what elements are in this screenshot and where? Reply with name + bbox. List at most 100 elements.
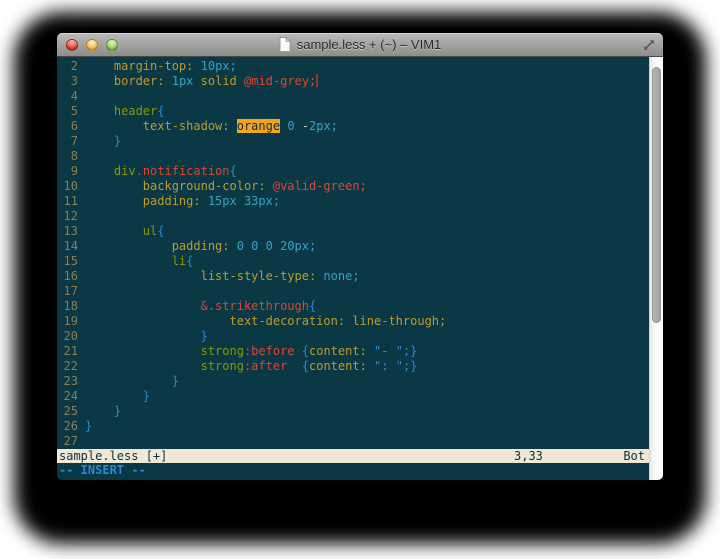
code-token: text-shadow: bbox=[143, 119, 230, 133]
code-text: div.notification{ bbox=[85, 164, 237, 179]
code-line[interactable]: 21 strong:before {content: "- ";} bbox=[57, 344, 649, 359]
code-line[interactable]: 2 margin-top: 10px; bbox=[57, 59, 649, 74]
code-line[interactable]: 9 div.notification{ bbox=[57, 164, 649, 179]
statusline-ruler: 3,33 bbox=[514, 449, 543, 463]
code-token bbox=[85, 104, 114, 118]
line-number: 20 bbox=[57, 329, 78, 344]
code-token bbox=[367, 359, 374, 373]
statusline-scroll-position: Bot bbox=[623, 449, 645, 463]
code-token: line-through; bbox=[352, 314, 446, 328]
code-line[interactable]: 12 bbox=[57, 209, 649, 224]
code-token: content: bbox=[309, 344, 367, 358]
code-text: strong:before {content: "- ";} bbox=[85, 344, 417, 359]
code-line[interactable]: 13 ul{ bbox=[57, 224, 649, 239]
line-number: 26 bbox=[57, 419, 78, 434]
code-token: - bbox=[302, 119, 309, 133]
line-number: 7 bbox=[57, 134, 78, 149]
code-token bbox=[85, 74, 114, 88]
line-number: 12 bbox=[57, 209, 78, 224]
code-line[interactable]: 5 header{ bbox=[57, 104, 649, 119]
code-line[interactable]: 16 list-style-type: none; bbox=[57, 269, 649, 284]
code-token: .notification bbox=[136, 164, 230, 178]
scrollbar-track[interactable] bbox=[649, 57, 663, 480]
code-token bbox=[287, 359, 301, 373]
code-token bbox=[230, 239, 237, 253]
code-text: header{ bbox=[85, 104, 165, 119]
code-token: margin-top: bbox=[114, 59, 193, 73]
code-text: } bbox=[85, 419, 92, 434]
code-line[interactable]: 27 bbox=[57, 434, 649, 449]
code-line[interactable]: 22 strong:after {content: ": ";} bbox=[57, 359, 649, 374]
code-line[interactable]: 14 padding: 0 0 0 20px; bbox=[57, 239, 649, 254]
window-title: sample.less + (~) – VIM1 bbox=[297, 37, 442, 52]
code-token: } bbox=[201, 329, 208, 343]
line-number: 10 bbox=[57, 179, 78, 194]
code-text: &.strikethrough{ bbox=[85, 299, 316, 314]
code-line[interactable]: 23 } bbox=[57, 374, 649, 389]
zoom-button[interactable] bbox=[106, 39, 118, 51]
line-number: 3 bbox=[57, 74, 78, 89]
code-line[interactable]: 7 } bbox=[57, 134, 649, 149]
code-line[interactable]: 25 } bbox=[57, 404, 649, 419]
code-line[interactable]: 17 bbox=[57, 284, 649, 299]
code-text: ul{ bbox=[85, 224, 164, 239]
code-token: border: bbox=[114, 74, 165, 88]
code-token: :after bbox=[244, 359, 287, 373]
code-token: { bbox=[186, 254, 193, 268]
code-line[interactable]: 15 li{ bbox=[57, 254, 649, 269]
search-highlight: orange bbox=[237, 119, 280, 133]
scrollbar-thumb[interactable] bbox=[652, 67, 661, 323]
macvim-window: sample.less + (~) – VIM1 2 margin-top: 1… bbox=[57, 33, 663, 480]
code-token bbox=[85, 119, 143, 133]
traffic-lights bbox=[66, 33, 118, 56]
close-button[interactable] bbox=[66, 39, 78, 51]
code-line[interactable]: 20 } bbox=[57, 329, 649, 344]
code-token bbox=[85, 314, 230, 328]
code-line[interactable]: 4 bbox=[57, 89, 649, 104]
code-token: ": " bbox=[374, 359, 403, 373]
code-line[interactable]: 11 padding: 15px 33px; bbox=[57, 194, 649, 209]
line-number: 22 bbox=[57, 359, 78, 374]
line-number: 21 bbox=[57, 344, 78, 359]
code-token bbox=[85, 389, 143, 403]
code-token bbox=[85, 344, 201, 358]
code-token: li bbox=[172, 254, 186, 268]
code-line[interactable]: 18 &.strikethrough{ bbox=[57, 299, 649, 314]
code-token: @mid-grey; bbox=[244, 74, 316, 88]
code-text: } bbox=[85, 374, 179, 389]
titlebar[interactable]: sample.less + (~) – VIM1 bbox=[57, 33, 663, 57]
minimize-button[interactable] bbox=[86, 39, 98, 51]
code-line[interactable]: 24 } bbox=[57, 389, 649, 404]
fullscreen-expand-icon[interactable] bbox=[642, 38, 656, 52]
code-line[interactable]: 3 border: 1px solid @mid-grey; bbox=[57, 74, 649, 89]
code-token bbox=[85, 164, 114, 178]
code-token: :before bbox=[244, 344, 295, 358]
code-token: div bbox=[114, 164, 136, 178]
code-token: { bbox=[302, 344, 309, 358]
code-token bbox=[85, 179, 143, 193]
code-token: ;} bbox=[403, 344, 417, 358]
code-token bbox=[237, 74, 244, 88]
code-token: } bbox=[85, 419, 92, 433]
code-text: background-color: @valid-green; bbox=[85, 179, 367, 194]
code-token: 1px bbox=[172, 74, 194, 88]
code-token: content: bbox=[309, 359, 367, 373]
code-line[interactable]: 8 bbox=[57, 149, 649, 164]
line-number: 13 bbox=[57, 224, 78, 239]
code-token bbox=[85, 269, 201, 283]
code-line[interactable]: 10 background-color: @valid-green; bbox=[57, 179, 649, 194]
line-number: 18 bbox=[57, 299, 78, 314]
code-lines[interactable]: 2 margin-top: 10px;3 border: 1px solid @… bbox=[57, 57, 649, 449]
code-token bbox=[367, 344, 374, 358]
code-line[interactable]: 19 text-decoration: line-through; bbox=[57, 314, 649, 329]
code-line[interactable]: 26} bbox=[57, 419, 649, 434]
vim-statusline: sample.less [+] 3,33 Bot bbox=[57, 449, 649, 463]
line-number: 6 bbox=[57, 119, 78, 134]
document-proxy-icon[interactable] bbox=[279, 37, 291, 52]
code-token: list-style-type: bbox=[201, 269, 317, 283]
code-token: { bbox=[230, 164, 237, 178]
code-text: } bbox=[85, 404, 121, 419]
code-token bbox=[201, 194, 208, 208]
code-line[interactable]: 6 text-shadow: orange 0 -2px; bbox=[57, 119, 649, 134]
line-number: 11 bbox=[57, 194, 78, 209]
